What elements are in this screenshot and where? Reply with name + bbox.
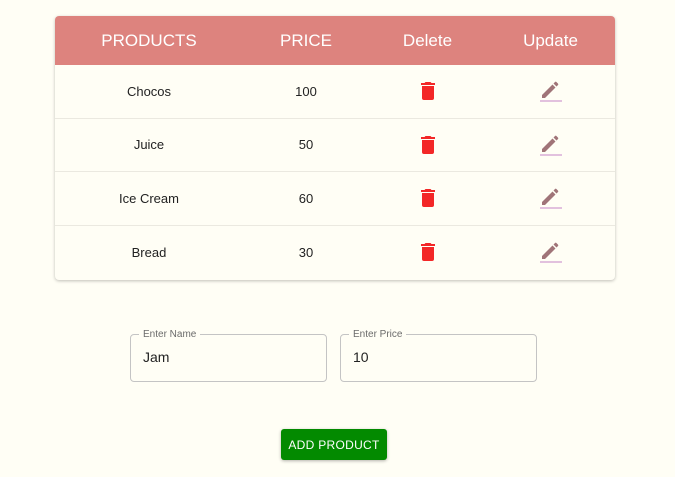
product-name: Chocos xyxy=(126,83,172,99)
product-price: 50 xyxy=(298,137,314,153)
add-product-form: Enter Name Jam Enter Price 10 xyxy=(130,328,537,382)
trash-icon xyxy=(420,243,435,262)
header-price: PRICE xyxy=(280,30,332,50)
update-button[interactable] xyxy=(536,76,566,106)
delete-button[interactable] xyxy=(413,237,443,267)
product-price: 30 xyxy=(298,244,314,260)
product-name: Ice Cream xyxy=(119,190,179,206)
product-price: 60 xyxy=(298,190,314,206)
header-update: Update xyxy=(523,30,578,50)
pencil-icon xyxy=(539,135,562,156)
update-button[interactable] xyxy=(536,237,566,267)
name-field[interactable]: Enter Name Jam xyxy=(130,328,327,382)
trash-icon xyxy=(420,189,435,208)
add-product-button[interactable]: ADD PRODUCT xyxy=(281,429,387,460)
name-field-label: Enter Name xyxy=(139,328,201,341)
pencil-icon xyxy=(539,188,562,210)
name-field-value[interactable]: Jam xyxy=(143,349,169,365)
table-row: Bread 30 xyxy=(55,226,615,280)
delete-button[interactable] xyxy=(413,183,443,213)
price-field-value[interactable]: 10 xyxy=(353,349,369,365)
update-button[interactable] xyxy=(536,130,566,160)
header-delete: Delete xyxy=(402,30,453,50)
trash-icon xyxy=(420,135,435,154)
delete-button[interactable] xyxy=(413,130,443,160)
price-field[interactable]: Enter Price 10 xyxy=(340,328,537,382)
product-name: Bread xyxy=(131,244,167,260)
trash-icon xyxy=(420,82,435,101)
table-header: PRODUCTS PRICE Delete Update xyxy=(55,16,615,65)
table-row: Chocos 100 xyxy=(55,65,615,119)
product-name: Juice xyxy=(133,137,165,153)
table-row: Ice Cream 60 xyxy=(55,172,615,226)
update-button[interactable] xyxy=(536,183,566,213)
header-products: PRODUCTS xyxy=(101,30,197,50)
table-row: Juice 50 xyxy=(55,119,615,172)
products-table: PRODUCTS PRICE Delete Update Chocos 100 … xyxy=(55,16,615,280)
product-price: 100 xyxy=(295,83,317,99)
delete-button[interactable] xyxy=(413,76,443,106)
price-field-label: Enter Price xyxy=(349,328,407,341)
pencil-icon xyxy=(539,242,562,264)
pencil-icon xyxy=(539,81,562,103)
